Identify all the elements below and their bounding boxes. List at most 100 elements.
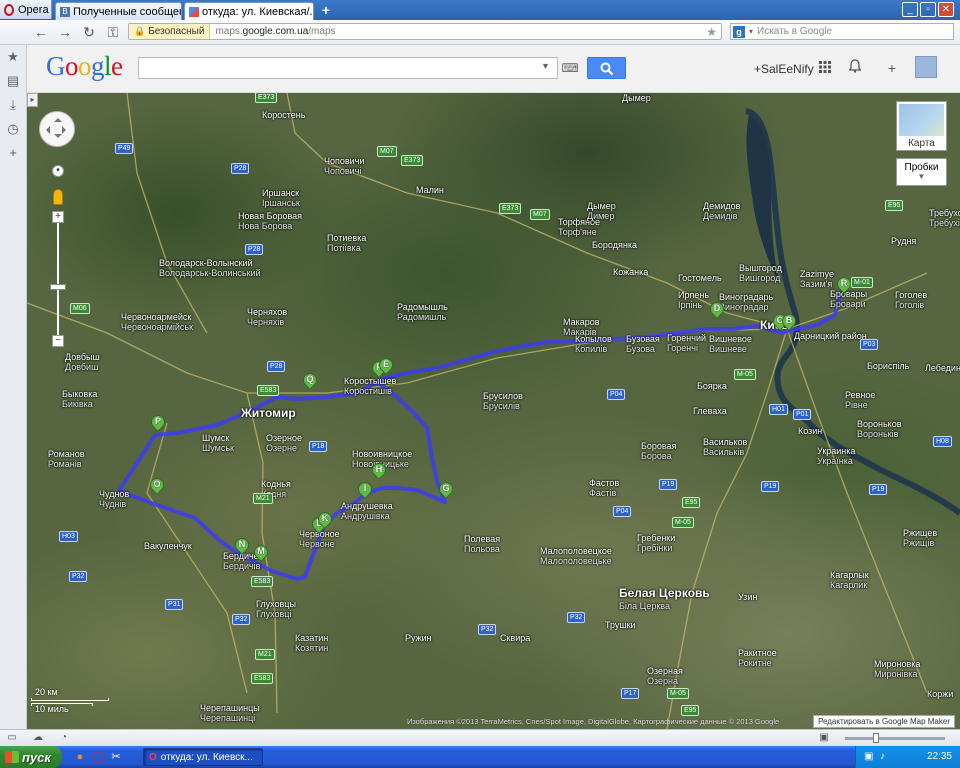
place-label: Виноградарь Виноградар [719,292,774,312]
close-window-button[interactable]: ✕ [938,2,954,17]
downloads-icon[interactable]: ⤓ [5,97,21,113]
waypoint-marker-d[interactable]: D [707,299,727,320]
tab-messages[interactable]: В Полученные сообщени... [55,2,182,20]
taskbar-opera-window[interactable]: O откуда: ул. Киевск... [143,748,263,766]
pan-right-icon[interactable] [62,126,70,134]
start-button[interactable]: пуск [0,746,62,768]
google-search-engine-icon[interactable]: g [733,25,745,38]
place-label: Романов Романів [48,449,85,469]
place-label: Потиевка Потіївка [327,233,367,253]
zoom-slider-knob[interactable] [873,733,879,743]
windows-flag-icon [5,751,19,763]
page-zoom-slider[interactable] [845,733,945,743]
google-plus-user-link[interactable]: +SalEeNify [754,62,814,76]
user-avatar[interactable] [915,56,937,78]
zoom-in-button[interactable]: + [52,211,64,223]
place-label: Вороньков Вороньків [857,419,902,439]
history-clock-icon[interactable]: ◷ [5,121,21,137]
bookmarks-star-icon[interactable]: ★ [5,49,21,65]
new-tab-button[interactable]: + [318,3,334,18]
waypoint-marker-e[interactable]: E [376,355,396,376]
waypoint-marker-b[interactable]: B [779,311,799,332]
address-bar[interactable]: 🔒 Безопасный maps.google.com.ua/maps ★ [128,23,722,40]
zoom-slider-thumb[interactable] [50,284,66,290]
engine-dropdown-icon[interactable]: ▾ [749,27,753,36]
map-scale: 20 км 10 миль [31,687,109,717]
notifications-bell-icon[interactable] [846,59,864,77]
keyboard-icon[interactable]: ⌨ [559,59,581,77]
search-button[interactable] [587,57,626,79]
turbo-icon[interactable]: ◔ [58,732,70,744]
forward-button[interactable]: → [56,23,74,41]
bookmark-star-icon[interactable]: ★ [706,25,717,39]
waypoint-marker-q[interactable]: Q [300,370,320,391]
road-shield: E583 [257,385,280,396]
quicklaunch-extra-icon[interactable]: ✂ [108,749,124,765]
map-type-toggle[interactable]: Карта [896,101,947,151]
waypoint-marker-i[interactable]: I [355,479,375,500]
waypoint-marker-p[interactable]: P [148,412,168,433]
side-panel: ★ ▤ ⤓ ◷ + [0,45,27,729]
share-plus-icon[interactable]: + [883,59,901,77]
notes-icon[interactable]: ▤ [5,73,21,89]
road-shield: P04 [613,506,632,517]
waypoint-marker-g[interactable]: G [436,479,456,500]
reload-button[interactable]: ↻ [80,23,98,41]
opera-unite-cloud-icon[interactable]: ☁ [32,732,44,744]
security-badge[interactable]: 🔒 Безопасный [129,24,211,39]
waypoint-marker-h[interactable]: H [369,460,389,481]
minimize-button[interactable]: _ [902,2,918,17]
zoom-slider-track[interactable] [57,223,59,335]
browser-search-field[interactable]: g ▾ Искать в Google [730,23,954,40]
road-shield: E373 [401,155,424,166]
map-type-label: Карта [908,138,935,149]
edit-in-map-maker-link[interactable]: Редактировать в Google Map Maker [813,715,955,728]
my-location-button[interactable]: • [52,165,64,177]
zoom-out-button[interactable]: − [52,335,64,347]
place-label: Радомышль Радомишль [397,302,448,322]
volume-tray-icon[interactable]: ♪ [880,751,885,762]
network-tray-icon[interactable]: ▣ [864,751,873,762]
logo-letter: o [78,51,92,81]
apps-grid-icon[interactable] [816,59,834,77]
place-label: Ирпень Ірпінь [678,290,710,310]
place-label: Иршанск Іршанськ [262,188,300,208]
place-label: Шумск Шумськ [202,433,234,453]
view-icon[interactable]: ▣ [818,732,830,744]
google-logo[interactable]: Google [46,51,123,82]
waypoint-marker-n[interactable]: N [232,535,252,556]
place-label: Чуднов Чуднів [99,489,130,509]
add-panel-icon[interactable]: + [5,145,21,161]
traffic-layer-button[interactable]: Пробки ▼ [896,158,947,186]
pan-control[interactable] [39,111,75,147]
road-shield: P32 [478,624,497,635]
street-view-pegman-icon[interactable] [53,189,63,205]
pan-down-icon[interactable] [54,134,62,142]
waypoint-marker-k[interactable]: K [315,509,335,530]
place-label: Черняхов Черняхів [247,307,288,327]
panel-toggle-icon[interactable]: ▭ [6,732,18,744]
place-label: Васильков Васильків [703,437,748,457]
search-dropdown-icon[interactable]: ▼ [541,61,550,71]
opera-menu-button[interactable]: Opera [0,0,52,19]
waypoint-marker-m[interactable]: M [251,542,271,563]
waypoint-marker-r[interactable]: R [834,274,854,295]
pan-left-icon[interactable] [42,126,50,134]
place-label: Бородянка [592,240,637,250]
back-button[interactable]: ← [32,23,50,41]
maps-search-input[interactable]: ▼ [138,57,558,79]
key-icon[interactable]: ⚿ [104,23,122,41]
collapse-panel-button[interactable]: ▸ [27,93,38,107]
tab-google-maps[interactable]: откуда: ул. Киевская/... ✕ [184,2,314,20]
place-label: Довбыш Довбиш [65,352,100,372]
road-shield: P18 [309,441,328,452]
place-label: Горенчий Горенчі [667,333,707,353]
road-shield: P32 [69,571,88,582]
firefox-quicklaunch-icon[interactable]: ● [72,749,88,765]
pan-up-icon[interactable] [54,114,62,122]
maximize-button[interactable]: ▫ [920,2,936,17]
map-canvas[interactable]: Коростень Чоповичи Чоповичі Малин Иршанск… [27,93,960,729]
taskbar-clock[interactable]: 22:35 [927,751,952,762]
opera-quicklaunch-icon[interactable]: ◯ [90,749,106,765]
waypoint-marker-o[interactable]: O [147,475,167,496]
